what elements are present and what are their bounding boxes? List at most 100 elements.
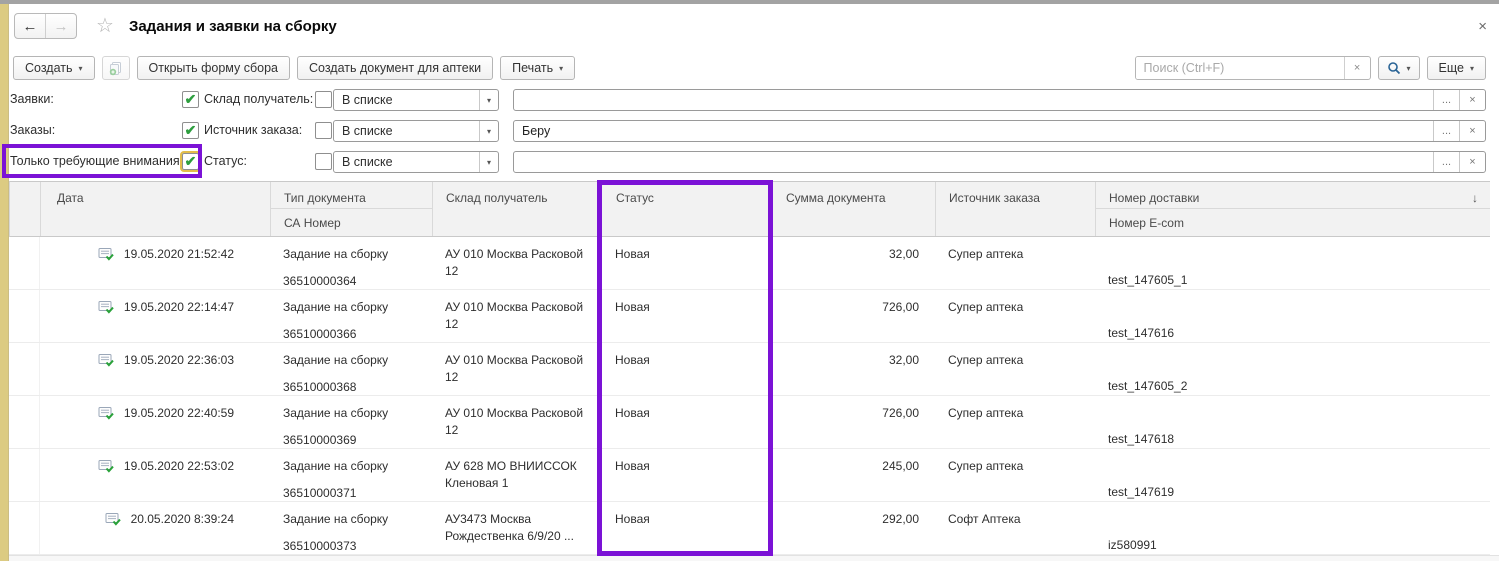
row-date: 19.05.2020 22:53:02 <box>124 459 234 473</box>
header-date[interactable]: Дата <box>41 182 271 236</box>
print-button[interactable]: Печать ▾ <box>500 56 575 80</box>
toolbar-right: × ▾ Еще ▾ <box>1135 56 1486 80</box>
create-pharmacy-document-button[interactable]: Создать документ для аптеки <box>297 56 493 80</box>
row-sum: 726,00 <box>772 396 935 448</box>
warehouse-value-input[interactable] <box>514 90 1433 110</box>
row-delivery-cell: test_147619 <box>1095 449 1490 501</box>
table-row[interactable]: 20.05.2020 8:39:24 Задание на сборку 365… <box>9 502 1490 555</box>
clear-x-icon: × <box>1469 94 1475 106</box>
print-button-label: Печать <box>512 61 553 75</box>
table-row[interactable]: 19.05.2020 22:53:02 Задание на сборку 36… <box>9 449 1490 502</box>
assembly-task-document-icon <box>98 406 114 420</box>
order-source-condition-select[interactable]: В списке ▾ <box>333 120 499 142</box>
search-input[interactable] <box>1136 57 1344 79</box>
row-ecom-number: iz580991 <box>1108 538 1490 552</box>
search-clear-button[interactable]: × <box>1344 57 1370 79</box>
row-date: 19.05.2020 22:36:03 <box>124 353 234 367</box>
row-sum: 292,00 <box>772 502 935 554</box>
check-icon: ✔ <box>185 92 197 106</box>
row-ca-number: 36510000368 <box>283 380 432 394</box>
window-top-border <box>0 0 1499 4</box>
header-ca-number-label: СА Номер <box>271 209 432 230</box>
forward-button[interactable]: → <box>46 14 76 38</box>
order-source-clear-button[interactable]: × <box>1459 121 1485 141</box>
chevron-down-icon: ▾ <box>479 121 498 141</box>
close-icon[interactable]: × <box>1478 19 1487 34</box>
search-box: × <box>1135 56 1371 80</box>
filter-panel: Заявки: ✔ Склад получатель: В списке ▾ .… <box>10 88 1488 180</box>
open-assembly-form-button[interactable]: Открыть форму сбора <box>137 56 290 80</box>
row-selector-cell <box>9 449 40 501</box>
row-warehouse: АУ 010 Москва Расковой 12 <box>432 290 600 342</box>
row-date-cell: 19.05.2020 21:52:42 <box>40 237 270 289</box>
row-source: Супер аптека <box>935 290 1095 342</box>
status-value-input[interactable] <box>514 152 1433 172</box>
row-status: Новая <box>600 396 772 448</box>
row-doc-type-cell: Задание на сборку 36510000369 <box>270 396 432 448</box>
row-sum: 245,00 <box>772 449 935 501</box>
warehouse-picker-button[interactable]: ... <box>1433 90 1459 110</box>
requests-checkbox[interactable]: ✔ <box>182 91 199 108</box>
ellipsis-icon: ... <box>1442 94 1451 106</box>
status-picker-button[interactable]: ... <box>1433 152 1459 172</box>
row-source: Супер аптека <box>935 396 1095 448</box>
copy-document-button[interactable] <box>102 56 130 80</box>
chevron-down-icon: ▾ <box>479 152 498 172</box>
order-source-value-input[interactable] <box>514 121 1433 141</box>
assembly-task-document-icon <box>98 459 114 473</box>
titlebar: ← → ☆ Задания и заявки на сборку × <box>14 12 1487 40</box>
header-source[interactable]: Источник заказа <box>936 182 1096 236</box>
table-row[interactable]: 19.05.2020 21:52:42 Задание на сборку 36… <box>9 237 1490 290</box>
order-source-filter-checkbox[interactable] <box>315 122 332 139</box>
filter-row-orders: Заказы: ✔ Источник заказа: В списке ▾ ..… <box>10 119 1488 144</box>
row-date-cell: 19.05.2020 22:53:02 <box>40 449 270 501</box>
documents-table: Дата Тип документа СА Номер Склад получа… <box>9 181 1490 555</box>
table-row[interactable]: 19.05.2020 22:40:59 Задание на сборку 36… <box>9 396 1490 449</box>
attention-only-checkbox[interactable]: ✔ <box>182 153 199 170</box>
more-button[interactable]: Еще ▾ <box>1427 56 1486 80</box>
header-delivery[interactable]: Номер доставки ↓ Номер E-com <box>1096 182 1490 236</box>
orders-checkbox[interactable]: ✔ <box>182 122 199 139</box>
header-delivery-label: Номер доставки <box>1109 191 1199 208</box>
status-filter-checkbox[interactable] <box>315 153 332 170</box>
warehouse-clear-button[interactable]: × <box>1459 90 1485 110</box>
row-ca-number: 36510000373 <box>283 539 432 553</box>
status-condition-select[interactable]: В списке ▾ <box>333 151 499 173</box>
row-ca-number: 36510000366 <box>283 327 432 341</box>
dropdown-arrow-icon: ▾ <box>79 64 83 73</box>
row-ca-number: 36510000369 <box>283 433 432 447</box>
row-selector-cell <box>9 290 40 342</box>
row-doc-type: Задание на сборку <box>283 459 432 473</box>
clear-x-icon: × <box>1354 62 1360 74</box>
header-doc-type-label: Тип документа <box>271 182 432 209</box>
favorite-star-icon[interactable]: ☆ <box>96 16 114 36</box>
row-doc-type-cell: Задание на сборку 36510000366 <box>270 290 432 342</box>
status-clear-button[interactable]: × <box>1459 152 1485 172</box>
header-status[interactable]: Статус <box>601 182 773 236</box>
row-delivery-cell: test_147605_1 <box>1095 237 1490 289</box>
warehouse-filter-checkbox[interactable] <box>315 91 332 108</box>
header-doc-type[interactable]: Тип документа СА Номер <box>271 182 433 236</box>
search-button[interactable]: ▾ <box>1378 56 1420 80</box>
warehouse-condition-select[interactable]: В списке ▾ <box>333 89 499 111</box>
table-row[interactable]: 19.05.2020 22:36:03 Задание на сборку 36… <box>9 343 1490 396</box>
create-button[interactable]: Создать ▾ <box>13 56 95 80</box>
row-status: Новая <box>600 343 772 395</box>
row-ca-number: 36510000371 <box>283 486 432 500</box>
more-button-label: Еще <box>1439 61 1464 75</box>
row-source: Супер аптека <box>935 449 1095 501</box>
history-nav: ← → <box>14 13 77 39</box>
order-source-picker-button[interactable]: ... <box>1433 121 1459 141</box>
condition-value: В списке <box>334 155 479 169</box>
header-ecom-label: Номер E-com <box>1096 209 1490 230</box>
back-arrow-icon: ← <box>23 18 38 35</box>
header-warehouse[interactable]: Склад получатель <box>433 182 601 236</box>
header-sum-label: Сумма документа <box>786 191 886 205</box>
filter-label-attention-only: Только требующие внимания: <box>10 154 183 168</box>
sort-down-icon: ↓ <box>1472 191 1478 208</box>
table-row[interactable]: 19.05.2020 22:14:47 Задание на сборку 36… <box>9 290 1490 343</box>
row-delivery-cell: iz580991 <box>1095 502 1490 554</box>
back-button[interactable]: ← <box>15 14 46 38</box>
header-sum[interactable]: Сумма документа <box>773 182 936 236</box>
app-window: ← → ☆ Задания и заявки на сборку × Созда… <box>0 0 1499 561</box>
